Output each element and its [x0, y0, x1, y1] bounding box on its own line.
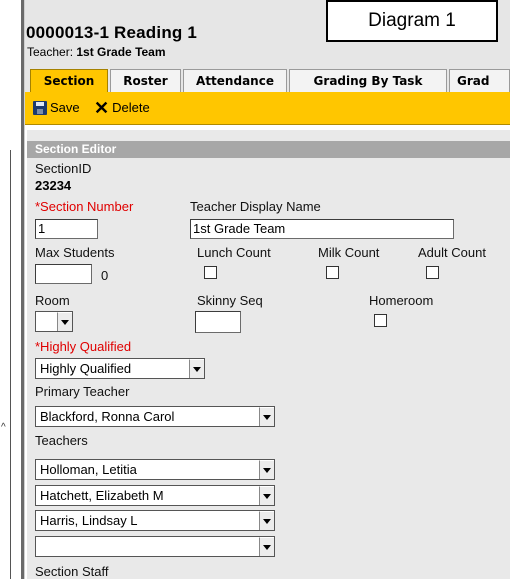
- toolbar: Save ✕ Delete: [25, 92, 510, 125]
- dropdown-arrow-icon[interactable]: [259, 460, 274, 479]
- save-icon: [33, 101, 47, 115]
- homeroom-checkbox[interactable]: [374, 314, 387, 327]
- tab-grades[interactable]: Grad: [449, 69, 510, 92]
- dropdown-arrow-icon[interactable]: [57, 312, 72, 331]
- milk-count-label: Milk Count: [318, 245, 380, 260]
- rail-divider: [10, 150, 11, 579]
- delete-label: Delete: [112, 100, 150, 115]
- primary-teacher-select[interactable]: Blackford, Ronna Carol: [35, 406, 275, 427]
- highly-qualified-label: *Highly Qualified: [35, 339, 132, 354]
- teacher-select-value: Hatchett, Elizabeth M: [40, 488, 164, 503]
- tab-roster[interactable]: Roster: [110, 69, 181, 92]
- teacher-select-3[interactable]: Harris, Lindsay L: [35, 510, 275, 531]
- max-students-count: 0: [101, 268, 109, 283]
- teacher-select-value: Holloman, Letitia: [40, 462, 137, 477]
- max-students-input[interactable]: [35, 264, 92, 284]
- adult-count-checkbox[interactable]: [426, 266, 439, 279]
- diagram-annotation: Diagram 1: [326, 0, 498, 42]
- tab-grading-by-task[interactable]: Grading By Task: [289, 69, 447, 92]
- dropdown-arrow-icon[interactable]: [259, 486, 274, 505]
- max-students-label: Max Students: [35, 245, 115, 260]
- teacher-display-name-label: Teacher Display Name: [190, 199, 321, 214]
- save-label: Save: [50, 100, 80, 115]
- teacher-line: Teacher: 1st Grade Team: [27, 45, 166, 59]
- highly-qualified-value: Highly Qualified: [40, 361, 132, 376]
- teachers-label: Teachers: [35, 433, 88, 448]
- section-id-value: 23234: [35, 178, 72, 193]
- room-select[interactable]: [35, 311, 73, 332]
- teacher-select-4[interactable]: [35, 536, 275, 557]
- tab-bar: Section Roster Attendance Grading By Tas…: [25, 66, 510, 94]
- tab-section[interactable]: Section: [30, 69, 108, 92]
- section-number-label: *Section Number: [35, 199, 134, 214]
- section-staff-label: Section Staff: [35, 564, 109, 579]
- primary-teacher-label: Primary Teacher: [35, 384, 130, 399]
- teacher-select-2[interactable]: Hatchett, Elizabeth M: [35, 485, 275, 506]
- save-button[interactable]: Save: [33, 100, 80, 116]
- lunch-count-label: Lunch Count: [197, 245, 271, 260]
- dropdown-arrow-icon[interactable]: [189, 359, 204, 378]
- tab-attendance[interactable]: Attendance: [183, 69, 287, 92]
- teacher-select-1[interactable]: Holloman, Letitia: [35, 459, 275, 480]
- highly-qualified-select[interactable]: Highly Qualified: [35, 358, 205, 379]
- delete-x-icon: ✕: [94, 98, 110, 118]
- skinny-seq-label: Skinny Seq: [197, 293, 263, 308]
- collapse-caret-icon[interactable]: ^: [1, 423, 6, 433]
- delete-button[interactable]: ✕ Delete: [94, 98, 150, 118]
- room-label: Room: [35, 293, 70, 308]
- dropdown-arrow-icon[interactable]: [259, 407, 274, 426]
- adult-count-label: Adult Count: [418, 245, 486, 260]
- teacher-value: 1st Grade Team: [76, 45, 166, 59]
- left-rail: ^: [0, 0, 22, 579]
- teacher-select-value: Harris, Lindsay L: [40, 513, 138, 528]
- teacher-display-name-input[interactable]: 1st Grade Team: [190, 219, 454, 239]
- section-number-input[interactable]: 1: [35, 219, 98, 239]
- milk-count-checkbox[interactable]: [326, 266, 339, 279]
- skinny-seq-input[interactable]: [195, 311, 241, 333]
- primary-teacher-value: Blackford, Ronna Carol: [40, 409, 175, 424]
- page-title: 0000013-1 Reading 1: [26, 23, 198, 42]
- section-id-label: SectionID: [35, 161, 92, 176]
- homeroom-label: Homeroom: [369, 293, 434, 308]
- dropdown-arrow-icon[interactable]: [259, 537, 274, 556]
- section-editor-header: Section Editor: [27, 141, 510, 158]
- dropdown-arrow-icon[interactable]: [259, 511, 274, 530]
- teacher-label: Teacher:: [27, 45, 74, 59]
- lunch-count-checkbox[interactable]: [204, 266, 217, 279]
